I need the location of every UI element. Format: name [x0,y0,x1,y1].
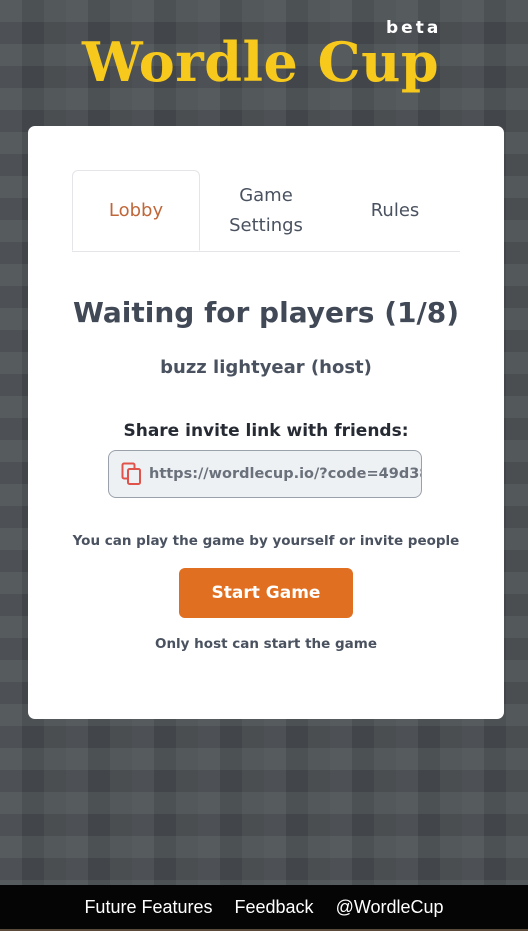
app-title: Wordle Cup [82,30,440,94]
tab-lobby[interactable]: Lobby [72,170,200,251]
invite-link-box[interactable]: https://wordlecup.io/?code=49d38f [108,450,422,498]
tab-rules[interactable]: Rules [330,170,460,251]
invite-link-text: https://wordlecup.io/?code=49d38f [149,466,422,482]
footer: Future Features Feedback @WordleCup [0,885,528,931]
logo: Wordle Cup beta [0,0,528,126]
tab-game-settings-label: Game Settings [229,184,303,236]
tab-lobby-label: Lobby [108,199,164,221]
tab-game-settings[interactable]: Game Settings [202,170,330,251]
beta-badge: beta [386,18,442,38]
player-item: buzz lightyear (host) [160,357,372,378]
footer-link-feedback[interactable]: Feedback [235,897,314,918]
footer-link-future-features[interactable]: Future Features [84,897,212,918]
tab-bar: Lobby Game Settings Rules [72,170,460,252]
share-invite-label: Share invite link with friends: [123,421,409,441]
start-game-button[interactable]: Start Game [179,568,353,618]
waiting-title: Waiting for players (1/8) [73,296,459,329]
lobby-card: Lobby Game Settings Rules Waiting for pl… [28,126,504,719]
footer-link-twitter[interactable]: @WordleCup [336,897,444,918]
tab-rules-label: Rules [370,199,420,221]
host-only-note: Only host can start the game [154,636,378,652]
solo-hint: You can play the game by yourself or inv… [72,533,460,549]
copy-icon [121,462,141,485]
